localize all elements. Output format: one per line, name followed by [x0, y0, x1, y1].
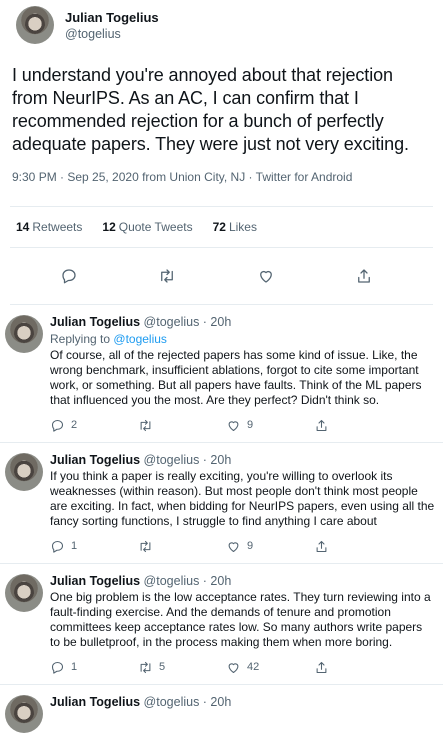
handle-time[interactable]: @togelius · 20h: [144, 453, 232, 467]
like-icon[interactable]: [226, 539, 241, 554]
retweet-icon[interactable]: [158, 267, 176, 285]
tweet-text: I understand you're annoyed about that r…: [12, 65, 409, 154]
like-count: 42: [247, 661, 260, 673]
main-tweet: Julian Togelius @togelius I understand y…: [0, 0, 443, 305]
reply-count: 1: [71, 540, 78, 552]
retweets-stat[interactable]: 14 Retweets: [16, 220, 82, 234]
author-name[interactable]: Julian Togelius: [50, 315, 140, 329]
main-tweet-actions: [10, 248, 433, 304]
reply-icon[interactable]: [50, 418, 65, 433]
tweet-stats: 14 Retweets 12 Quote Tweets 72 Likes: [10, 207, 433, 247]
reply-actions: 1 9: [50, 529, 435, 563]
author-name[interactable]: Julian Togelius: [50, 574, 140, 588]
reply-actions: 2 9: [50, 408, 435, 442]
reply-count: 2: [71, 419, 78, 431]
reply-text: If you think a paper is really exciting,…: [50, 469, 435, 528]
reply-actions: 1 5 42: [50, 650, 435, 684]
author-name[interactable]: Julian Togelius: [65, 10, 159, 25]
reply-icon[interactable]: [50, 539, 65, 554]
like-icon[interactable]: [226, 660, 241, 675]
avatar[interactable]: [5, 453, 43, 491]
reply-header: Julian Togelius @togelius · 20h: [50, 695, 435, 709]
share-icon[interactable]: [355, 267, 373, 285]
avatar[interactable]: [16, 6, 54, 44]
like-count: 9: [247, 540, 254, 552]
share-icon[interactable]: [314, 539, 329, 554]
replying-to: Replying to @togelius: [50, 332, 167, 346]
reply-tweet[interactable]: Julian Togelius @togelius · 20h If you t…: [0, 443, 443, 564]
reply-header: Julian Togelius @togelius · 20h: [50, 574, 435, 588]
retweet-icon[interactable]: [138, 539, 153, 554]
like-count: 9: [247, 419, 254, 431]
author-name[interactable]: Julian Togelius: [50, 695, 140, 709]
share-icon[interactable]: [314, 660, 329, 675]
reply-header: Julian Togelius @togelius · 20h: [50, 453, 435, 467]
reply-tweet[interactable]: Julian Togelius @togelius · 20h One big …: [0, 564, 443, 685]
tweet-meta: 9:30 PM · Sep 25, 2020 from Union City, …: [12, 170, 353, 184]
reply-text: One big problem is the low acceptance ra…: [50, 590, 431, 649]
likes-stat[interactable]: 72 Likes: [213, 220, 257, 234]
handle-time[interactable]: @togelius · 20h: [144, 315, 232, 329]
replying-to-link[interactable]: @togelius: [113, 332, 167, 346]
reply-icon[interactable]: [50, 660, 65, 675]
avatar[interactable]: [5, 695, 43, 733]
retweet-count: 5: [159, 661, 166, 673]
handle-time[interactable]: @togelius · 20h: [144, 574, 232, 588]
reply-header: Julian Togelius @togelius · 20h: [50, 315, 435, 329]
handle-time[interactable]: @togelius · 20h: [144, 695, 232, 709]
like-icon[interactable]: [257, 267, 275, 285]
author-name[interactable]: Julian Togelius: [50, 453, 140, 467]
reply-text: Of course, all of the rejected papers ha…: [50, 348, 422, 407]
reply-icon[interactable]: [60, 267, 78, 285]
reply-count: 1: [71, 661, 78, 673]
main-tweet-header: Julian Togelius @togelius: [10, 0, 433, 52]
avatar[interactable]: [5, 315, 43, 353]
author-handle[interactable]: @togelius: [65, 27, 121, 41]
reply-tweet[interactable]: Julian Togelius @togelius · 20h Replying…: [0, 305, 443, 443]
like-icon[interactable]: [226, 418, 241, 433]
avatar[interactable]: [5, 574, 43, 612]
retweet-icon[interactable]: [138, 660, 153, 675]
retweet-icon[interactable]: [138, 418, 153, 433]
share-icon[interactable]: [314, 418, 329, 433]
quote-tweets-stat[interactable]: 12 Quote Tweets: [102, 220, 192, 234]
reply-tweet[interactable]: Julian Togelius @togelius · 20h: [0, 685, 443, 733]
